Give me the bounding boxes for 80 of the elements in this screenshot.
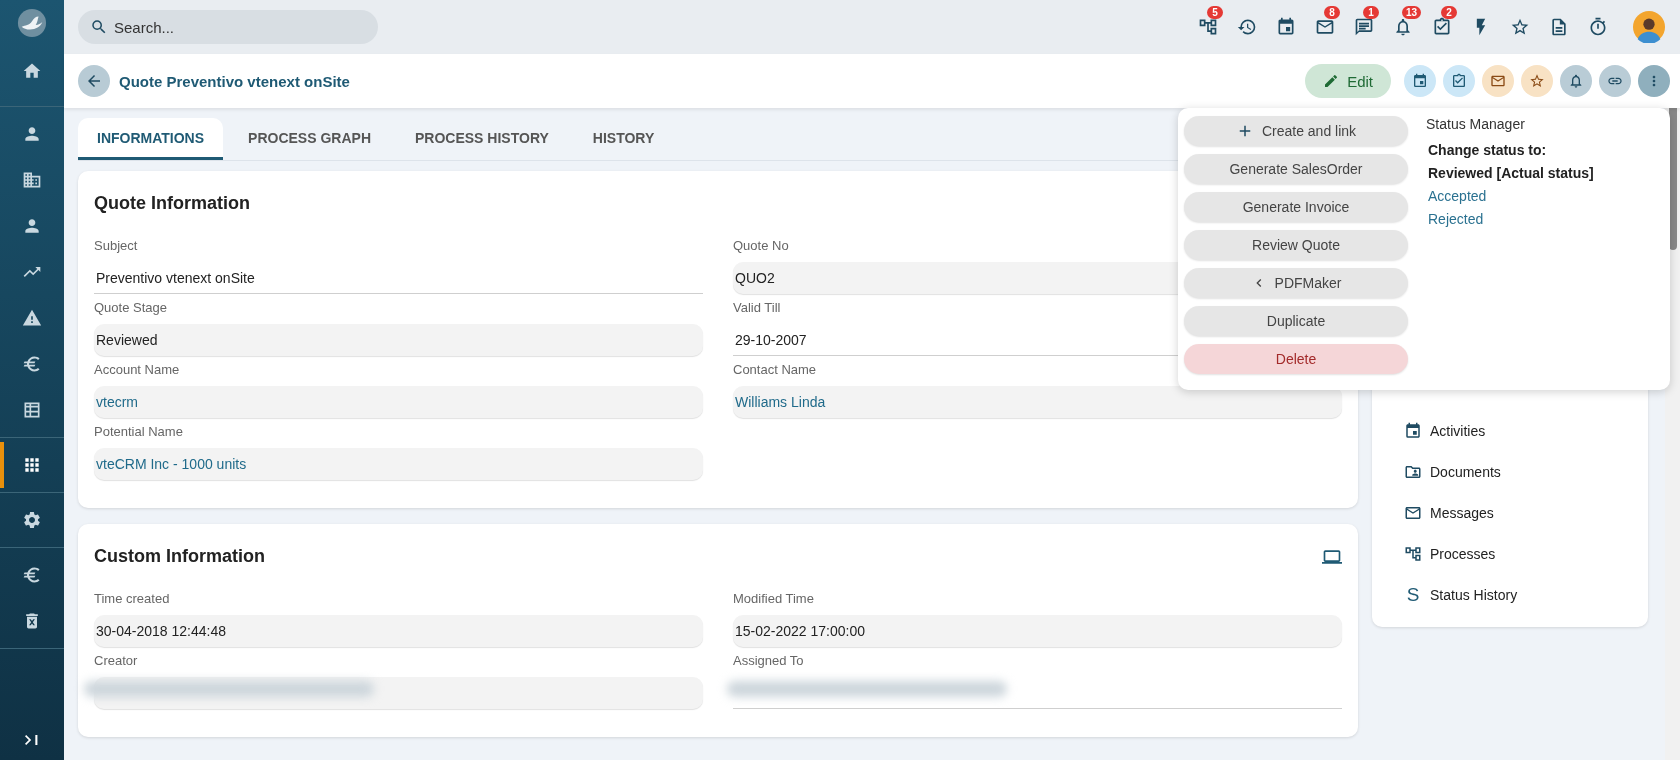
count-badge: 5 xyxy=(1207,6,1223,19)
bell-button[interactable] xyxy=(1560,65,1592,97)
count-badge: 13 xyxy=(1402,6,1422,19)
grid-icon xyxy=(22,455,42,475)
status-option[interactable]: Accepted xyxy=(1426,188,1487,204)
menu-action[interactable]: Generate Invoice xyxy=(1184,192,1408,222)
tab[interactable]: INFORMATIONS xyxy=(78,118,224,160)
home-icon xyxy=(22,61,42,81)
related-item[interactable]: S Status History xyxy=(1404,574,1518,615)
euro-icon xyxy=(22,354,42,374)
count-badge: 2 xyxy=(1441,6,1457,19)
field-label: Assigned To xyxy=(733,653,804,668)
related-item[interactable]: Documents xyxy=(1404,451,1501,492)
history-icon[interactable] xyxy=(1236,17,1257,37)
menu-action[interactable]: Create and link xyxy=(1184,116,1408,146)
field-value[interactable]: Reviewed xyxy=(94,324,703,356)
section-title: Custom Information xyxy=(94,546,265,567)
current-status: Reviewed [Actual status] xyxy=(1427,165,1594,181)
logo-icon[interactable] xyxy=(17,8,47,38)
mail-icon xyxy=(1490,73,1506,89)
menu-action[interactable]: PDFMaker xyxy=(1184,268,1408,298)
status-heading: Change status to: xyxy=(1427,142,1547,158)
field-label: Account Name xyxy=(94,362,180,377)
settings-icon xyxy=(22,510,42,530)
related-item[interactable]: Messages xyxy=(1404,492,1494,533)
field-label: Subject xyxy=(94,238,138,253)
bell-icon xyxy=(1568,73,1584,89)
count-badge: 8 xyxy=(1324,6,1340,19)
field-value[interactable]: 15-02-2022 17:00:00 xyxy=(733,615,1342,647)
edit-button[interactable]: Edit xyxy=(1305,64,1391,98)
field-label: Valid Till xyxy=(733,300,781,315)
menu-action[interactable]: Duplicate xyxy=(1184,306,1408,336)
menu-action[interactable]: Delete xyxy=(1184,344,1408,374)
field-value[interactable]: Preventivo vtenext onSite xyxy=(94,262,703,294)
table-icon xyxy=(22,400,42,420)
tab[interactable]: HISTORY xyxy=(573,118,674,160)
field-label: Contact Name xyxy=(733,362,817,377)
processes-icon[interactable] xyxy=(1197,17,1218,37)
field-label: Modified Time xyxy=(733,591,814,606)
calendar-button[interactable] xyxy=(1404,65,1436,97)
section-title: Quote Information xyxy=(94,193,250,214)
star-icon xyxy=(1529,73,1545,89)
warning-icon xyxy=(22,308,42,328)
more-button[interactable] xyxy=(1638,65,1670,97)
tab[interactable]: PROCESS HISTORY xyxy=(396,118,568,160)
search-icon xyxy=(90,18,108,36)
record-title: Quote Preventivo vtenext onSite xyxy=(119,72,350,90)
field-value[interactable]: vteCRM Inc - 1000 units xyxy=(94,448,703,480)
field-label: Creator xyxy=(94,653,138,668)
pencil-icon xyxy=(1323,73,1340,89)
related-item[interactable]: Processes xyxy=(1404,533,1496,574)
menu-action[interactable]: Review Quote xyxy=(1184,230,1408,260)
menu-action[interactable]: Generate SalesOrder xyxy=(1184,154,1408,184)
chat-icon[interactable] xyxy=(1353,17,1374,37)
task-button[interactable] xyxy=(1443,65,1475,97)
status-option[interactable]: Rejected xyxy=(1426,211,1484,227)
euro-icon xyxy=(22,565,42,585)
mail-icon[interactable] xyxy=(1314,17,1335,37)
field-value[interactable]: vtecrm xyxy=(94,386,703,418)
count-badge: 1 xyxy=(1363,6,1379,19)
star-button[interactable] xyxy=(1521,65,1553,97)
link-button[interactable] xyxy=(1599,65,1631,97)
calendar-icon xyxy=(1412,73,1428,89)
field-value[interactable]: 30-04-2018 12:44:48 xyxy=(94,615,703,647)
field-label: Quote Stage xyxy=(94,300,167,315)
field-label: Potential Name xyxy=(94,424,183,439)
field-label: Time created xyxy=(94,591,170,606)
back-button[interactable] xyxy=(78,65,110,97)
field-label: Quote No xyxy=(733,238,789,253)
tab[interactable]: PROCESS GRAPH xyxy=(229,118,390,160)
field-value[interactable]: Williams Linda xyxy=(733,386,1342,418)
related-item[interactable]: Activities xyxy=(1404,410,1486,451)
building-icon xyxy=(22,170,42,190)
search-field[interactable]: Search... xyxy=(78,10,378,44)
calendar-icon xyxy=(1404,421,1422,440)
status-manager-title: Status Manager xyxy=(1426,116,1525,132)
task-icon xyxy=(1451,73,1467,89)
processes-icon xyxy=(1404,544,1422,563)
mail-button[interactable] xyxy=(1482,65,1514,97)
avatar[interactable] xyxy=(1633,11,1665,43)
